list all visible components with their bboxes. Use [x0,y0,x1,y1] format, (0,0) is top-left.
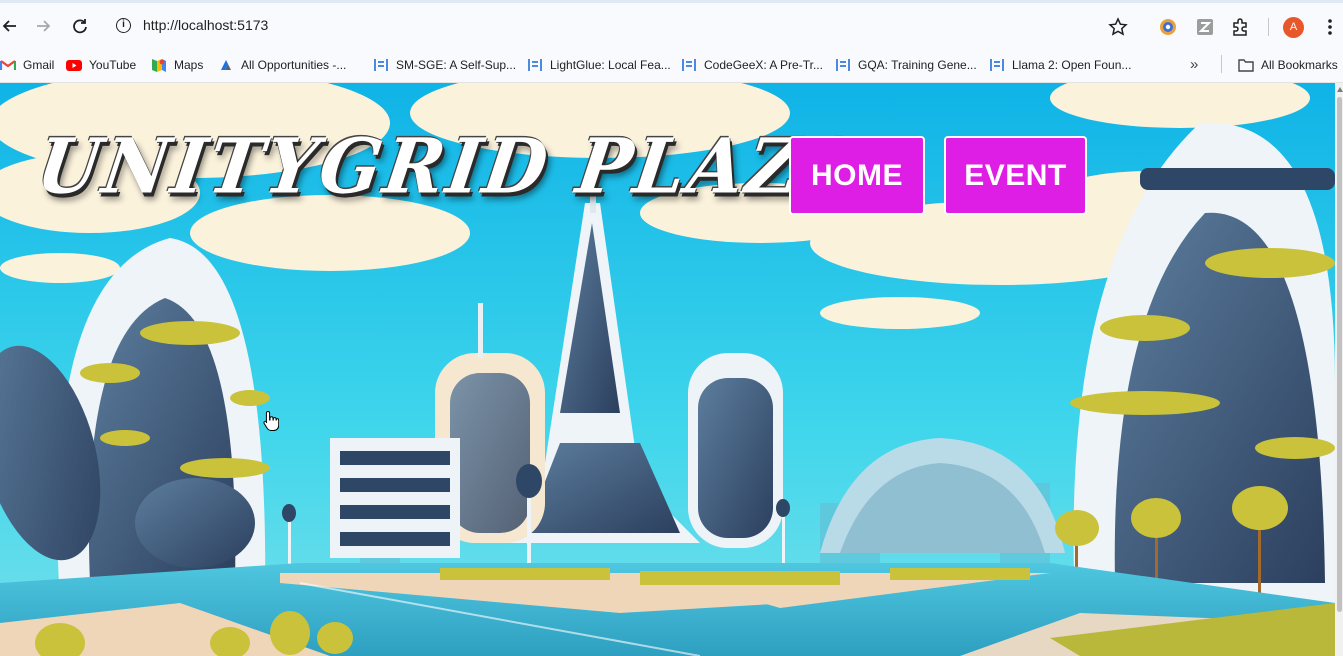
bookmark-label: Llama 2: Open Foun... [1012,58,1132,72]
url-text: http://localhost:5173 [143,17,269,33]
doc-icon [373,57,389,73]
browser-toolbar: i http://localhost:5173 A [0,0,1343,48]
scroll-up-icon[interactable] [1337,87,1343,92]
address-bar[interactable]: i http://localhost:5173 [103,9,1163,43]
bookmark-maps[interactable]: Maps [151,54,203,76]
site-title: UNITYGRID PLAZA [31,120,869,211]
bookmark-label: SM-SGE: A Self-Sup... [396,58,517,72]
bookmarks-bar: Gmail YouTube Maps All Opportunities -..… [0,48,1343,83]
doc-icon [835,57,851,73]
bookmark-label: All Opportunities -... [241,58,347,72]
bookmark-lightglue[interactable]: LightGlue: Local Fea... [527,54,671,76]
bookmark-label: LightGlue: Local Fea... [550,58,671,72]
youtube-icon [66,57,82,73]
bookmark-sm-sge[interactable]: SM-SGE: A Self-Sup... [373,54,516,76]
site-info-icon[interactable]: i [116,18,131,33]
bookmark-label: GQA: Training Gene... [858,58,977,72]
bookmarks-overflow-icon[interactable]: » [1190,56,1198,73]
home-button[interactable]: HOME [789,136,925,215]
doc-icon [527,57,543,73]
profile-avatar[interactable]: A [1283,17,1304,38]
page-viewport: UNITYGRID PLAZA HOME EVENT [0,83,1335,656]
extension-zotero-icon[interactable] [1195,17,1215,37]
doc-icon [989,57,1005,73]
maps-icon [151,57,167,73]
bookmarks-divider [1221,55,1222,73]
toolbar-divider [1268,18,1269,36]
all-bookmarks-button[interactable]: All Bookmarks [1238,54,1338,76]
bookmark-gqa[interactable]: GQA: Training Gene... [835,54,977,76]
bookmark-label: CodeGeeX: A Pre-Tr... [704,58,823,72]
bookmark-label: YouTube [89,58,137,72]
reload-icon[interactable] [70,16,90,36]
star-icon[interactable] [1108,17,1128,37]
folder-icon [1238,57,1254,73]
menu-kebab-icon[interactable] [1320,17,1340,37]
extension-color-icon[interactable] [1158,17,1178,37]
extensions-puzzle-icon[interactable] [1230,17,1250,37]
bookmark-label: Maps [174,58,204,72]
doc-icon [681,57,697,73]
back-icon[interactable] [0,16,20,36]
forward-icon[interactable] [33,16,53,36]
bookmark-label: Gmail [23,58,55,72]
opportunities-icon [218,57,234,73]
gmail-icon [0,57,17,73]
event-button[interactable]: EVENT [944,136,1087,215]
scroll-thumb[interactable] [1337,97,1342,612]
bookmark-llama2[interactable]: Llama 2: Open Foun... [989,54,1131,76]
bookmark-label: All Bookmarks [1261,58,1338,72]
bookmark-gmail[interactable]: Gmail [0,54,54,76]
bookmark-codegeex[interactable]: CodeGeeX: A Pre-Tr... [681,54,823,76]
bookmark-opportunities[interactable]: All Opportunities -... [218,54,346,76]
hand-pointer-icon [263,410,280,437]
bookmark-youtube[interactable]: YouTube [66,54,136,76]
